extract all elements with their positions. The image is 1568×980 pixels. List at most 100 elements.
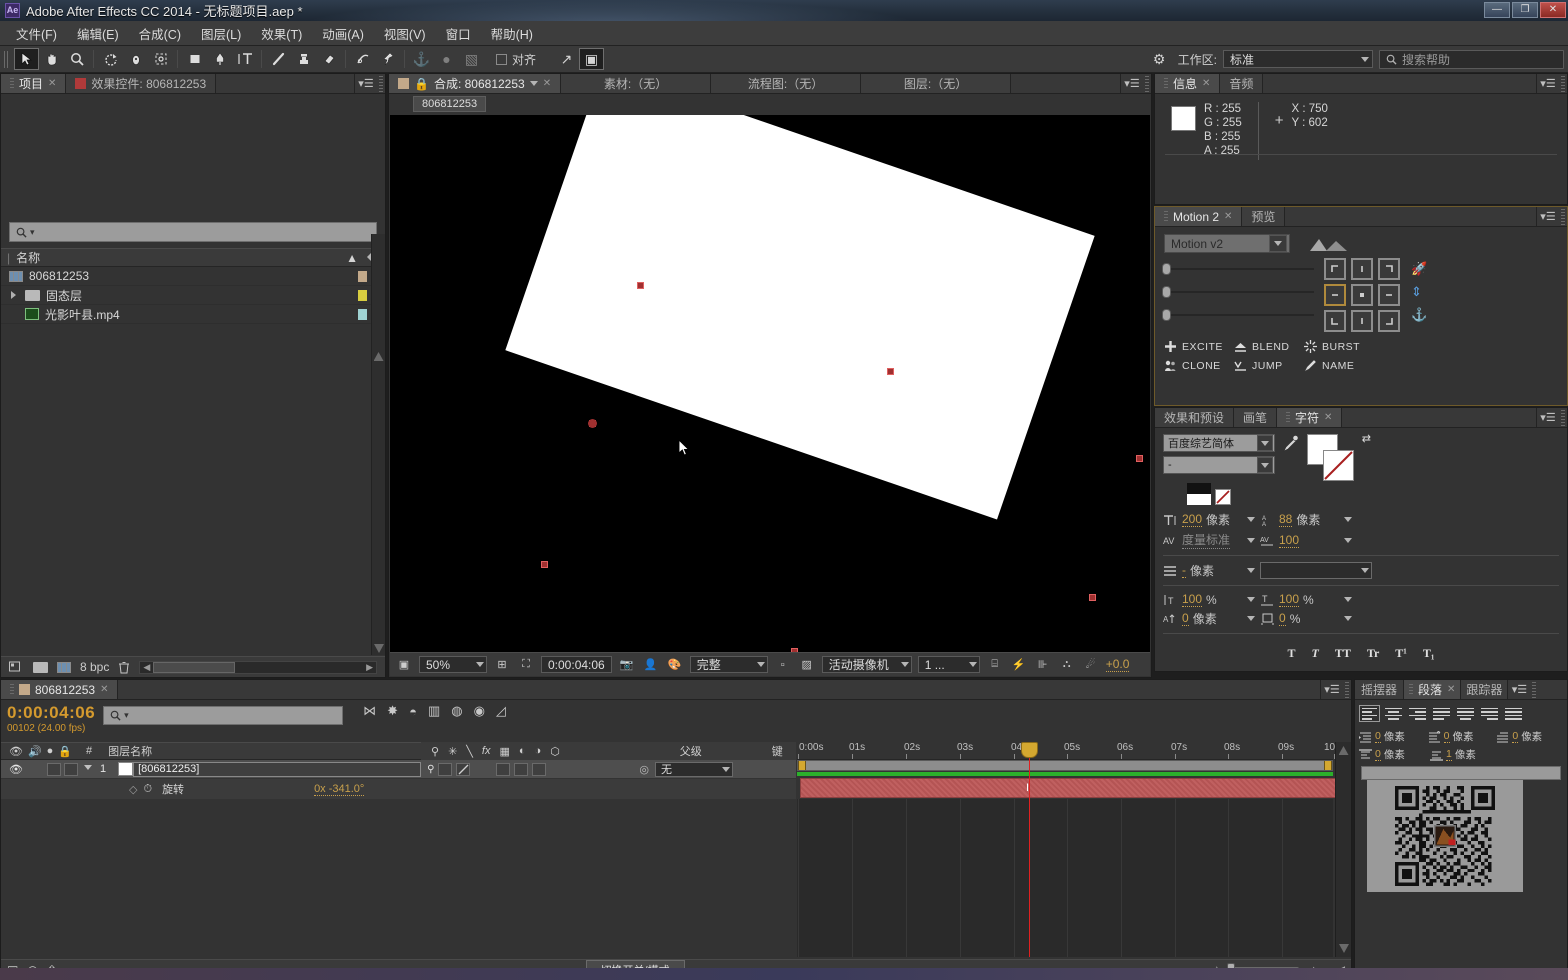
rotation-tool-icon[interactable] — [98, 48, 123, 70]
timeline-icon[interactable]: ⊪ — [1034, 656, 1052, 674]
tracking-value[interactable]: 100 — [1279, 533, 1300, 548]
chevron-down-icon[interactable] — [1247, 597, 1255, 602]
layer-solo-toggle[interactable] — [63, 762, 78, 776]
tsume-field[interactable]: 0 % — [1260, 611, 1352, 626]
snap-checkbox[interactable] — [496, 53, 507, 65]
selection-handle-tc[interactable] — [887, 368, 894, 375]
panel-grip-icon[interactable] — [1559, 207, 1567, 226]
motion-blur-switch-icon[interactable]: ◐ — [519, 745, 526, 758]
exposure-value[interactable]: +0.0 — [1105, 657, 1130, 672]
menu-file[interactable]: 文件(F) — [6, 21, 67, 46]
menu-window[interactable]: 窗口 — [436, 21, 481, 46]
tsume-value[interactable]: 0 — [1279, 611, 1286, 626]
frame-blend-switch-icon[interactable]: ▦ — [499, 745, 509, 758]
horizontal-scale-value[interactable]: 100 — [1279, 592, 1300, 607]
hand-tool-icon[interactable] — [39, 48, 64, 70]
always-preview-icon[interactable]: ▣ — [395, 656, 413, 674]
effects-icon[interactable]: fx — [482, 745, 491, 758]
eraser-tool-icon[interactable] — [316, 48, 341, 70]
dot-icon[interactable]: ● — [434, 48, 459, 70]
chevron-down-icon[interactable] — [1247, 517, 1255, 522]
tab-info[interactable]: 信息 ✕ — [1155, 74, 1221, 93]
label-color-swatch[interactable] — [358, 270, 367, 282]
project-search-input[interactable]: ▾ — [9, 222, 377, 242]
text-tool-icon[interactable] — [232, 48, 257, 70]
3d-layer-icon[interactable]: ⬡ — [550, 745, 560, 758]
panel-menu-icon[interactable]: ▾☰ — [1537, 207, 1559, 226]
align-center-button[interactable] — [1383, 705, 1404, 722]
snap-toggle[interactable]: 对齐 — [496, 51, 536, 68]
slider-knob[interactable] — [1162, 308, 1171, 321]
flowchart-icon[interactable]: ⛬ — [1058, 656, 1076, 674]
blend-button[interactable]: BLEND — [1234, 340, 1304, 353]
align-left-button[interactable] — [1359, 705, 1380, 722]
timeline-timecode[interactable]: 0:00:04:06 — [7, 703, 95, 723]
layer-name[interactable]: [806812253] — [133, 761, 422, 777]
anchor-icon[interactable]: ⚓ — [1411, 307, 1427, 323]
panel-grip-icon[interactable] — [1143, 74, 1151, 93]
stroke-width-field[interactable]: - 像素 — [1163, 562, 1255, 579]
scroll-left-arrow-icon[interactable]: ◀ — [140, 662, 153, 673]
tab-layer[interactable]: 图层:（无） — [861, 74, 1012, 93]
anchor-middle-left-button[interactable] — [1324, 284, 1346, 306]
region-of-interest-icon[interactable]: ⛶ — [517, 656, 535, 674]
fast-preview-icon[interactable]: ⚡ — [1010, 656, 1028, 674]
baseline-shift-value[interactable]: 0 — [1182, 611, 1189, 626]
lock-icon[interactable]: 🔒 — [58, 745, 72, 758]
vertical-scale-field[interactable]: T 100 % — [1163, 592, 1255, 607]
table-row[interactable]: 👁 1 [806812253] ⚲ ◎ 无 — [1, 760, 796, 779]
panel-grip-icon[interactable] — [1343, 680, 1351, 699]
menu-layer[interactable]: 图层(L) — [191, 21, 251, 46]
clone-button[interactable]: CLONE — [1164, 359, 1234, 372]
tab-project[interactable]: 项目 ✕ — [1, 74, 67, 93]
search-dropdown-icon[interactable]: ▾ — [30, 227, 35, 238]
graph-link-icon[interactable]: ⋈ — [363, 703, 376, 719]
layer-frameblend-toggle[interactable] — [496, 762, 511, 776]
chevron-down-icon[interactable] — [1344, 616, 1352, 621]
chevron-down-icon[interactable] — [1247, 568, 1255, 573]
superscript-button[interactable]: T¹ — [1395, 646, 1407, 661]
scroll-thumb[interactable] — [153, 661, 236, 673]
eyedropper-icon[interactable] — [1283, 434, 1299, 452]
3d-renderer-icon[interactable]: ✸ — [387, 703, 398, 719]
motion-slider-2[interactable] — [1162, 281, 1314, 303]
bit-depth-label[interactable]: 8 bpc — [80, 660, 109, 674]
shape-tool-icon[interactable] — [182, 48, 207, 70]
panel-menu-icon[interactable]: ▾☰ — [355, 74, 377, 93]
bold-button[interactable]: T — [1287, 646, 1295, 661]
playhead-line[interactable] — [1021, 742, 1038, 957]
work-area-end-handle[interactable] — [1324, 761, 1332, 770]
tab-motion2[interactable]: Motion 2 ✕ — [1155, 207, 1243, 226]
lock-icon[interactable]: 🔒 — [414, 77, 429, 91]
toolbar-grip[interactable] — [4, 50, 10, 68]
scroll-right-arrow-icon[interactable]: ▶ — [363, 662, 376, 673]
timeline-ruler[interactable]: 0:00s 01s 02s 03s 04s 05s 06s 07s 08s 09… — [797, 742, 1340, 760]
help-search-box[interactable]: 搜索帮助 — [1379, 49, 1564, 69]
chevron-down-icon[interactable] — [1269, 235, 1287, 252]
panel-grip-icon[interactable] — [1559, 74, 1567, 93]
space-before-field[interactable]: 0 像素 — [1359, 747, 1428, 762]
chevron-down-icon[interactable] — [1247, 616, 1255, 621]
tab-preview[interactable]: 预览 — [1242, 207, 1286, 226]
solid-layer-shape[interactable] — [505, 115, 1095, 520]
motion-slider-3[interactable] — [1162, 304, 1314, 326]
indent-right-value[interactable]: 0 — [1443, 730, 1450, 743]
menu-view[interactable]: 视图(V) — [374, 21, 436, 46]
tab-audio[interactable]: 音频 — [1220, 74, 1264, 93]
stroke-color-swatch[interactable] — [1323, 450, 1354, 481]
scroll-up-arrow-icon[interactable] — [1338, 746, 1349, 755]
scroll-up-arrow-icon[interactable] — [373, 352, 384, 361]
project-horizontal-scrollbar[interactable]: ◀ ▶ — [139, 660, 377, 674]
resolution-select[interactable]: 完整 — [689, 656, 768, 673]
font-family-select[interactable]: 百度综艺简体 — [1163, 434, 1275, 452]
minimize-button[interactable]: — — [1484, 2, 1510, 18]
jump-button[interactable]: JUMP — [1234, 359, 1304, 372]
layer-3d-toggle[interactable] — [532, 762, 547, 776]
slider-knob[interactable] — [1162, 285, 1171, 298]
tab-effect-controls[interactable]: 效果控件: 806812253 — [66, 74, 217, 93]
layer-motionblur-toggle[interactable] — [514, 762, 529, 776]
stopwatch-icon[interactable]: ⏱ — [143, 783, 152, 796]
chevron-down-icon[interactable] — [1344, 597, 1352, 602]
anchor-middle-right-button[interactable] — [1378, 284, 1400, 306]
stroke-style-select[interactable] — [1260, 562, 1372, 579]
